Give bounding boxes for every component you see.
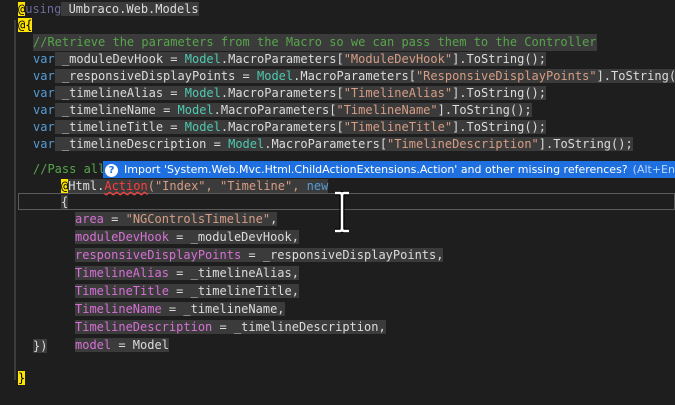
string-literal: "TimelineTitle" — [343, 120, 453, 134]
namespace-text: Umbraco.Web.Models — [61, 2, 199, 16]
property-name: area — [75, 212, 104, 226]
code-line-object-close: }) — [33, 339, 48, 353]
property-assignment: = Model — [111, 338, 169, 352]
variable-name: _timelineAlias — [54, 86, 164, 100]
keyword-var: var — [33, 103, 55, 117]
string-literal: "TimelineAlias" — [343, 86, 453, 100]
string-literal: "ModuleDevHook" — [343, 52, 453, 66]
string-literal: "TimelineName" — [336, 103, 438, 117]
code-line-property: TimelineDescription = _timelineDescripti… — [75, 319, 386, 336]
property-assignment: = _timelineTitle, — [168, 284, 299, 298]
variable-name: _timelineTitle — [54, 120, 164, 134]
string-literal: "ResponsiveDisplayPoints" — [415, 69, 597, 83]
property-assignment: = _timelineName, — [161, 302, 285, 316]
code-line-var: var _timelineAlias = Model.MacroParamete… — [33, 85, 546, 102]
question-icon[interactable]: ? — [105, 163, 118, 177]
model-class: Model — [228, 137, 265, 151]
code-line-property: TimelineAlias = _timelineAlias, — [75, 265, 299, 282]
keyword-new: new — [306, 179, 329, 193]
to-string-call: ].ToString(); — [596, 69, 675, 83]
to-string-call: ].ToString(); — [452, 120, 546, 134]
model-class: Model — [184, 52, 221, 66]
variable-name: _timelineName — [54, 103, 156, 117]
operator: = — [163, 120, 185, 134]
code-line-using: @using Umbraco.Web.Models — [18, 1, 199, 18]
property-name: TimelineAlias — [75, 266, 169, 280]
operator: = — [163, 52, 185, 66]
property-assignment: = — [103, 212, 126, 226]
macro-parameters: .MacroParameters[ — [264, 137, 388, 151]
code-line-property: responsiveDisplayPoints = _responsiveDis… — [75, 247, 444, 264]
code-line-var: var _timelineDescription = Model.MacroPa… — [33, 136, 633, 153]
to-string-call: ].ToString(); — [437, 103, 532, 117]
code-line-property: TimelineName = _timelineName, — [75, 301, 285, 318]
operator: = — [235, 69, 257, 83]
operator: = — [155, 103, 178, 117]
keyword-var: var — [33, 120, 55, 134]
macro-parameters: .MacroParameters[ — [213, 103, 337, 117]
property-name: TimelineName — [75, 302, 162, 316]
variable-name: _responsiveDisplayPoints — [54, 69, 236, 83]
macro-parameters: .MacroParameters[ — [220, 120, 344, 134]
code-line-var: var _responsiveDisplayPoints = Model.Mac… — [33, 68, 675, 85]
to-string-call: ].ToString(); — [538, 137, 633, 151]
property-assignment: = _timelineDescription, — [212, 320, 386, 334]
code-line-var: var _moduleDevHook = Model.MacroParamete… — [33, 51, 546, 68]
keyword-using: using — [25, 2, 62, 16]
smart-tag-shortcut: (Alt+Enter) — [632, 163, 675, 176]
property-name: model — [75, 338, 112, 352]
code-line-var: var _timelineName = Model.MacroParameter… — [33, 102, 532, 119]
property-name: TimelineDescription — [75, 320, 213, 334]
keyword-var: var — [33, 69, 55, 83]
action-method-error[interactable]: Action — [104, 179, 148, 193]
property-name: moduleDevHook — [75, 230, 169, 244]
operator: = — [163, 86, 185, 100]
property-assignment: = _responsiveDisplayPoints, — [241, 248, 444, 262]
code-editor[interactable]: @using Umbraco.Web.Models @{ //Retrieve … — [0, 0, 675, 405]
code-line-property: area = "NGControlsTimeline", — [75, 211, 278, 228]
string-literal: "NGControlsTimeline" — [125, 212, 271, 226]
razor-brace: } — [18, 371, 26, 385]
ibeam-cursor-icon — [335, 191, 349, 233]
variable-name: _timelineDescription — [54, 137, 207, 151]
model-class: Model — [257, 69, 294, 83]
model-class: Model — [184, 120, 221, 134]
property-assignment: = _moduleDevHook, — [168, 230, 299, 244]
comma: , — [270, 212, 278, 226]
code-line-property: TimelineTitle = _timelineTitle, — [75, 283, 299, 300]
macro-parameters: .MacroParameters[ — [293, 69, 416, 83]
keyword-var: var — [33, 86, 55, 100]
code-line-end: } — [18, 370, 26, 387]
code-line-property: moduleDevHook = _moduleDevHook, — [75, 229, 299, 246]
model-class: Model — [177, 103, 214, 117]
variable-name: _moduleDevHook — [54, 52, 164, 66]
macro-parameters: .MacroParameters[ — [220, 52, 344, 66]
property-assignment: = _timelineAlias, — [168, 266, 299, 280]
keyword-var: var — [33, 52, 55, 66]
code-line-html-action: @Html.Action("Index", "Timeline", new — [61, 178, 329, 195]
to-string-call: ].ToString(); — [452, 86, 546, 100]
smart-tag-message[interactable]: Import 'System.Web.Mvc.Html.ChildActionE… — [124, 163, 628, 176]
razor-brace: { — [25, 18, 33, 32]
string-literal: "TimelineDescription" — [387, 137, 539, 151]
code-line-object-open: { — [61, 195, 69, 209]
collapse-guide — [14, 20, 16, 380]
macro-parameters: .MacroParameters[ — [220, 86, 344, 100]
keyword-var: var — [33, 137, 55, 151]
property-name: responsiveDisplayPoints — [75, 248, 242, 262]
code-line-property: model = Model — [75, 337, 169, 354]
code-line-razor-block: @{ — [18, 17, 33, 34]
code-line-var: var _timelineTitle = Model.MacroParamete… — [33, 119, 546, 136]
operator: = — [206, 137, 229, 151]
model-class: Model — [184, 86, 221, 100]
to-string-call: ].ToString(); — [452, 52, 546, 66]
property-name: TimelineTitle — [75, 284, 169, 298]
action-arguments: ("Index", "Timeline", — [147, 179, 307, 193]
html-helper: Html. — [68, 179, 105, 193]
code-comment-pass: //Pass all — [33, 162, 106, 176]
code-comment: //Retrieve the parameters from the Macro… — [33, 34, 597, 51]
smart-tag-import-suggestion[interactable]: ? Import 'System.Web.Mvc.Html.ChildAction… — [103, 161, 675, 178]
